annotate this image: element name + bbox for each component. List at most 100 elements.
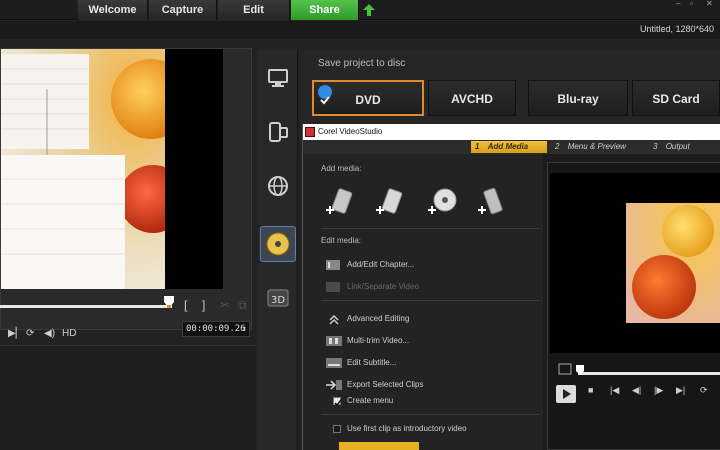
app-logo-icon: [305, 127, 315, 137]
app-root: Welcome Capture Edit Share – ▫ ✕ Untitle…: [0, 0, 720, 450]
import-disc-icon[interactable]: [425, 186, 457, 220]
tab-share[interactable]: Share: [291, 0, 359, 20]
selected-check-icon: [318, 85, 332, 105]
stop-icon[interactable]: ■: [588, 385, 593, 395]
dialog-preview-window[interactable]: [550, 173, 720, 353]
step-menu-preview[interactable]: 2 Menu & Preview: [551, 141, 643, 153]
next-frame-icon[interactable]: |▶: [654, 385, 663, 396]
collapse-chevron-icon: [329, 314, 339, 325]
project-title: Untitled, 1280*640: [639, 24, 714, 34]
split-clip-icon[interactable]: ✂: [220, 298, 230, 312]
disc-icon: [266, 232, 290, 256]
dialog-playhead-handle[interactable]: [576, 365, 584, 377]
left-preview-panel: [ ] ✂ ⧉ ▶▏ ⟳ ◀) HD 00:00:09.26 ⇕: [0, 40, 256, 450]
disc-authoring-dialog: Corel VideoStudio 1 Add Media 2 Menu & P…: [302, 124, 720, 450]
timecode-value: 00:00:09.26: [186, 324, 246, 334]
add-media-label: Add media:: [321, 164, 362, 173]
play-icon[interactable]: ▶▏: [8, 328, 23, 339]
save-to-disc-label: Save project to disc: [318, 58, 406, 69]
copy-clip-icon[interactable]: ⧉: [238, 298, 247, 313]
disc-option-label: DVD: [355, 93, 381, 107]
create-menu-label: Create menu: [347, 396, 394, 405]
preview-image: [1, 49, 165, 289]
step-number: 1: [475, 142, 480, 151]
dialog-scrub-bar[interactable]: [578, 372, 720, 375]
upload-arrow-icon[interactable]: [362, 3, 376, 17]
previous-frame-icon[interactable]: ◀|: [632, 385, 641, 396]
preview-scrub-bar[interactable]: [0, 305, 172, 308]
subtitle-icon: [326, 358, 342, 368]
mark-in-icon[interactable]: [: [184, 298, 187, 312]
edit-item-label: Multi-trim Video...: [347, 336, 410, 345]
add-video-icon[interactable]: [323, 186, 355, 220]
step-add-media[interactable]: 1 Add Media: [471, 141, 547, 153]
zoom-fit-icon[interactable]: [558, 363, 572, 375]
dialog-preview-panel: ■ |◀ ◀| |▶ ▶| ⟳: [547, 162, 720, 450]
3d-icon[interactable]: 3D: [266, 286, 290, 310]
disc-option-sdcard[interactable]: SD Card: [632, 80, 720, 116]
playhead-handle[interactable]: [164, 296, 174, 308]
edit-item-label: Add/Edit Chapter...: [347, 260, 415, 269]
wizard-steps: 1 Add Media 2 Menu & Preview 3 Output: [303, 140, 720, 154]
step-number: 3: [653, 142, 658, 151]
repeat-icon[interactable]: ⟳: [26, 328, 34, 339]
dialog-title-bar[interactable]: Corel VideoStudio: [303, 124, 720, 140]
export-clips-icon: [326, 380, 342, 390]
timecode-stepper-icon[interactable]: ⇕: [242, 322, 247, 336]
tab-welcome[interactable]: Welcome: [78, 0, 148, 20]
disc-option-bluray[interactable]: Blu-ray: [528, 80, 628, 116]
advanced-editing-label: Advanced Editing: [347, 314, 410, 323]
hd-toggle[interactable]: HD: [62, 328, 76, 339]
link-video-icon: [326, 282, 340, 292]
top-nav-bar: Welcome Capture Edit Share – ▫ ✕: [0, 0, 720, 20]
create-menu-checkbox[interactable]: [333, 397, 342, 407]
save-to-disc-panel: Save project to disc DVD AVCHD Blu-ray S…: [300, 50, 720, 125]
divider: [321, 414, 539, 415]
step-label: Add Media: [487, 142, 529, 151]
step-label: Menu & Preview: [567, 142, 626, 151]
disc-option-dvd[interactable]: DVD: [312, 80, 424, 116]
mark-out-icon[interactable]: ]: [202, 298, 205, 312]
disc-icon-button[interactable]: [260, 226, 296, 262]
disc-option-label: Blu-ray: [557, 92, 599, 106]
maximize-icon[interactable]: ▫: [690, 0, 693, 8]
add-dvd-vr-icon[interactable]: [373, 186, 405, 220]
tab-edit[interactable]: Edit: [218, 0, 290, 20]
edit-media-label: Edit media:: [321, 236, 362, 245]
share-type-strip: 3D: [258, 50, 298, 450]
edit-item-label: Edit Subtitle...: [347, 358, 397, 367]
edit-item-label: Export Selected Clips: [347, 380, 424, 389]
web-globe-icon[interactable]: [266, 174, 290, 198]
edit-item-label: Link/Separate Video: [347, 282, 419, 291]
step-output[interactable]: 3 Output: [649, 141, 719, 153]
dialog-title: Corel VideoStudio: [318, 127, 383, 136]
disc-option-label: AVCHD: [451, 92, 493, 106]
intro-video-label: Use first clip as introductory video: [347, 424, 467, 433]
intro-video-checkbox[interactable]: [333, 425, 341, 433]
end-icon[interactable]: ▶|: [676, 385, 685, 396]
dialog-play-button[interactable]: [556, 385, 576, 403]
step-label: Output: [665, 142, 690, 151]
dialog-preview-image: [626, 203, 720, 323]
clip-thumbnail[interactable]: [339, 442, 419, 450]
computer-icon[interactable]: [266, 66, 290, 90]
import-mobile-device-icon[interactable]: [475, 186, 507, 220]
svg-text:3D: 3D: [271, 295, 285, 306]
play-icon: [563, 389, 571, 399]
disc-option-avchd[interactable]: AVCHD: [428, 80, 516, 116]
multi-trim-icon: [326, 336, 342, 346]
disc-option-label: SD Card: [652, 92, 700, 106]
repeat-icon[interactable]: ⟳: [700, 385, 708, 396]
minimize-icon[interactable]: –: [676, 0, 680, 8]
close-icon[interactable]: ✕: [706, 0, 713, 8]
divider: [321, 300, 539, 301]
dialog-media-panel: Add media: Edit media: Add/Edit Chapter.…: [303, 154, 543, 450]
device-icon[interactable]: [266, 120, 290, 144]
timecode-display[interactable]: 00:00:09.26 ⇕: [182, 321, 250, 337]
tab-capture[interactable]: Capture: [149, 0, 217, 20]
project-title-bar: Untitled, 1280*640: [0, 21, 720, 39]
preview-window[interactable]: [0, 48, 252, 330]
home-icon[interactable]: |◀: [610, 385, 619, 396]
divider: [321, 228, 539, 229]
volume-icon[interactable]: ◀): [44, 328, 55, 339]
